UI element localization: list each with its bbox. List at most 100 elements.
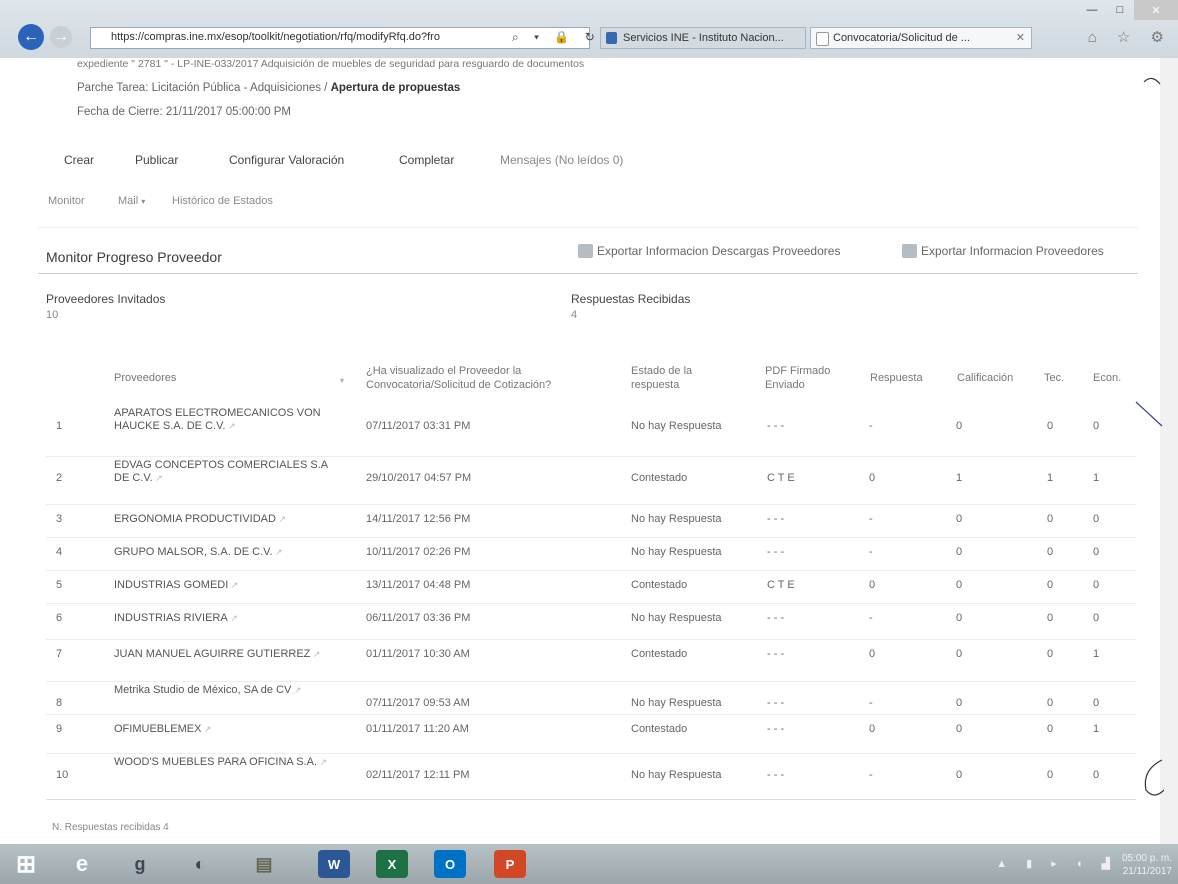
clock-time: 05:00 p. m. xyxy=(1121,853,1172,864)
row-divider xyxy=(46,570,1136,571)
supplier-name: ERGONOMIA PRODUCTIVIDAD xyxy=(114,513,276,525)
menu-completar[interactable]: Completar xyxy=(399,153,454,167)
cell-estado: No hay Respuesta xyxy=(631,697,722,709)
row-divider xyxy=(46,456,1136,457)
menu-configurar-valoracion[interactable]: Configurar Valoración xyxy=(229,153,344,167)
back-button[interactable]: ← xyxy=(18,24,44,50)
col-proveedores[interactable]: Proveedores xyxy=(114,371,176,385)
parche-tarea: Parche Tarea: Licitación Pública - Adqui… xyxy=(77,82,460,94)
supplier-name-link[interactable]: WOOD'S MUEBLES PARA OFICINA S.A. ↗ xyxy=(114,756,339,769)
row-number: 4 xyxy=(56,546,63,558)
cell-pdf-firmado: - - - xyxy=(767,546,785,558)
tab-convocatoria[interactable]: Convocatoria/Solicitud de ... ✕ xyxy=(810,27,1032,49)
open-details-icon[interactable]: ↗ xyxy=(228,580,239,590)
cell-estado: No hay Respuesta xyxy=(631,612,722,624)
cell-respuesta: 0 xyxy=(869,579,876,591)
recibidas-label: Respuestas Recibidas xyxy=(571,292,691,306)
excel-taskbar-icon[interactable]: X xyxy=(376,850,408,878)
file-explorer-taskbar-icon[interactable]: ▤ xyxy=(248,850,280,878)
supplier-name-link[interactable]: APARATOS ELECTROMECANICOS VON HAUCKE S.A… xyxy=(114,407,339,433)
supplier-name-link[interactable]: OFIMUEBLEMEX ↗ xyxy=(114,723,339,736)
open-details-icon[interactable]: ↗ xyxy=(291,685,302,695)
cell-econ: 0 xyxy=(1093,697,1100,709)
col-econ[interactable]: Econ. xyxy=(1093,371,1121,385)
supplier-name-link[interactable]: GRUPO MALSOR, S.A. DE C.V. ↗ xyxy=(114,546,339,559)
col-visualizado[interactable]: ¿Ha visualizado el Proveedor la Convocat… xyxy=(366,364,606,392)
open-details-icon[interactable]: ↗ xyxy=(310,649,321,659)
title-underline xyxy=(38,273,1138,274)
subnav-mail[interactable]: Mail ▾ xyxy=(118,195,145,207)
subnav-monitor[interactable]: Monitor xyxy=(48,195,85,207)
menu-publicar[interactable]: Publicar xyxy=(135,153,178,167)
supplier-name: INDUSTRIAS GOMEDI xyxy=(114,579,229,591)
minimize-button[interactable]: — xyxy=(1078,0,1106,20)
invitados-value: 10 xyxy=(46,309,59,321)
cell-fecha-visualizado: 07/11/2017 09:53 AM xyxy=(366,697,470,709)
powerpoint-taskbar-icon[interactable]: P xyxy=(494,850,526,878)
cell-tec: 0 xyxy=(1047,612,1054,624)
open-details-icon[interactable]: ↗ xyxy=(153,473,163,483)
export-proveedores-button[interactable]: Exportar Informacion Proveedores xyxy=(902,244,1104,258)
open-details-icon[interactable]: ↗ xyxy=(228,613,238,623)
sort-arrow-icon[interactable]: ▾ xyxy=(340,373,344,388)
col-calificacion[interactable]: Calificación xyxy=(957,371,1013,385)
start-button[interactable]: ⊞ xyxy=(10,850,42,878)
cell-estado: No hay Respuesta xyxy=(631,546,722,558)
media-taskbar-icon[interactable]: ◐ xyxy=(184,850,216,878)
open-details-icon[interactable]: ↗ xyxy=(201,724,212,734)
open-details-icon[interactable]: ↗ xyxy=(317,757,328,767)
supplier-name-link[interactable]: JUAN MANUEL AGUIRRE GUTIERREZ ↗ xyxy=(114,648,339,661)
supplier-name-link[interactable]: Metrika Studio de México, SA de CV ↗ xyxy=(114,684,339,697)
supplier-name: APARATOS ELECTROMECANICOS VON HAUCKE S.A… xyxy=(114,407,321,432)
cell-tec: 0 xyxy=(1047,420,1054,432)
supplier-name-link[interactable]: ERGONOMIA PRODUCTIVIDAD ↗ xyxy=(114,513,339,526)
supplier-name: OFIMUEBLEMEX xyxy=(114,723,202,735)
handwritten-annotation xyxy=(1135,77,1164,796)
cell-calificacion: 0 xyxy=(956,723,963,735)
open-details-icon[interactable]: ↗ xyxy=(276,514,286,524)
page-favicon-icon xyxy=(816,32,829,46)
cell-calificacion: 0 xyxy=(956,579,963,591)
window-controls: — □ ✕ xyxy=(1078,0,1178,20)
tab-close-icon[interactable]: ✕ xyxy=(1016,31,1025,44)
row-divider xyxy=(46,681,1136,682)
forward-button[interactable]: → xyxy=(50,26,72,48)
cell-pdf-firmado: - - - xyxy=(767,723,785,735)
supplier-name-link[interactable]: INDUSTRIAS GOMEDI ↗ xyxy=(114,579,339,592)
maximize-button[interactable]: □ xyxy=(1106,0,1134,20)
row-divider xyxy=(46,753,1136,754)
browser-toolbar-icons[interactable]: ⌂ ☆ ⚙ xyxy=(1088,28,1172,46)
ie-taskbar-icon[interactable]: e xyxy=(66,850,98,878)
taskbar-clock[interactable]: 05:00 p. m. 21/11/2017 xyxy=(1122,852,1172,878)
export-proveedores-label: Exportar Informacion Proveedores xyxy=(921,244,1104,258)
col-respuesta[interactable]: Respuesta xyxy=(870,371,923,385)
col-tec[interactable]: Tec. xyxy=(1044,371,1064,385)
subnav-historico-estados[interactable]: Histórico de Estados xyxy=(172,195,273,207)
cell-estado: Contestado xyxy=(631,648,688,660)
open-details-icon[interactable]: ↗ xyxy=(225,421,236,431)
outlook-taskbar-icon[interactable]: O xyxy=(434,850,466,878)
open-details-icon[interactable]: ↗ xyxy=(273,547,283,557)
export-descargas-button[interactable]: Exportar Informacion Descargas Proveedor… xyxy=(578,244,840,258)
address-controls[interactable]: ⌕ ▾ 🔒 ↻ xyxy=(512,30,601,45)
supplier-name-link[interactable]: INDUSTRIAS RIVIERA ↗ xyxy=(114,612,339,625)
system-tray-icons[interactable]: ▲ ▮ ▸ ◖ ▟ xyxy=(996,857,1118,870)
row-number: 3 xyxy=(56,513,63,525)
cell-econ: 0 xyxy=(1093,612,1100,624)
tab-servicios-ine[interactable]: Servicios INE - Instituto Nacion... xyxy=(600,27,806,49)
col-pdf[interactable]: PDF Firmado Enviado xyxy=(765,364,845,392)
cell-estado: No hay Respuesta xyxy=(631,513,722,525)
close-window-button[interactable]: ✕ xyxy=(1134,0,1178,20)
supplier-name-link[interactable]: EDVAG CONCEPTOS COMERCIALES S.A DE C.V. … xyxy=(114,459,339,485)
col-estado[interactable]: Estado de la respuesta xyxy=(631,364,711,392)
row-number: 10 xyxy=(56,769,69,781)
word-taskbar-icon[interactable]: W xyxy=(318,850,350,878)
cell-calificacion: 0 xyxy=(956,513,963,525)
app-taskbar-icon[interactable]: g xyxy=(124,850,156,878)
cell-pdf-firmado: - - - xyxy=(767,513,785,525)
recibidas-value: 4 xyxy=(571,309,578,321)
menu-mensajes[interactable]: Mensajes (No leídos 0) xyxy=(500,153,623,167)
menu-crear[interactable]: Crear xyxy=(64,153,94,167)
cell-econ: 0 xyxy=(1093,420,1100,432)
cell-fecha-visualizado: 01/11/2017 11:20 AM xyxy=(366,723,469,735)
